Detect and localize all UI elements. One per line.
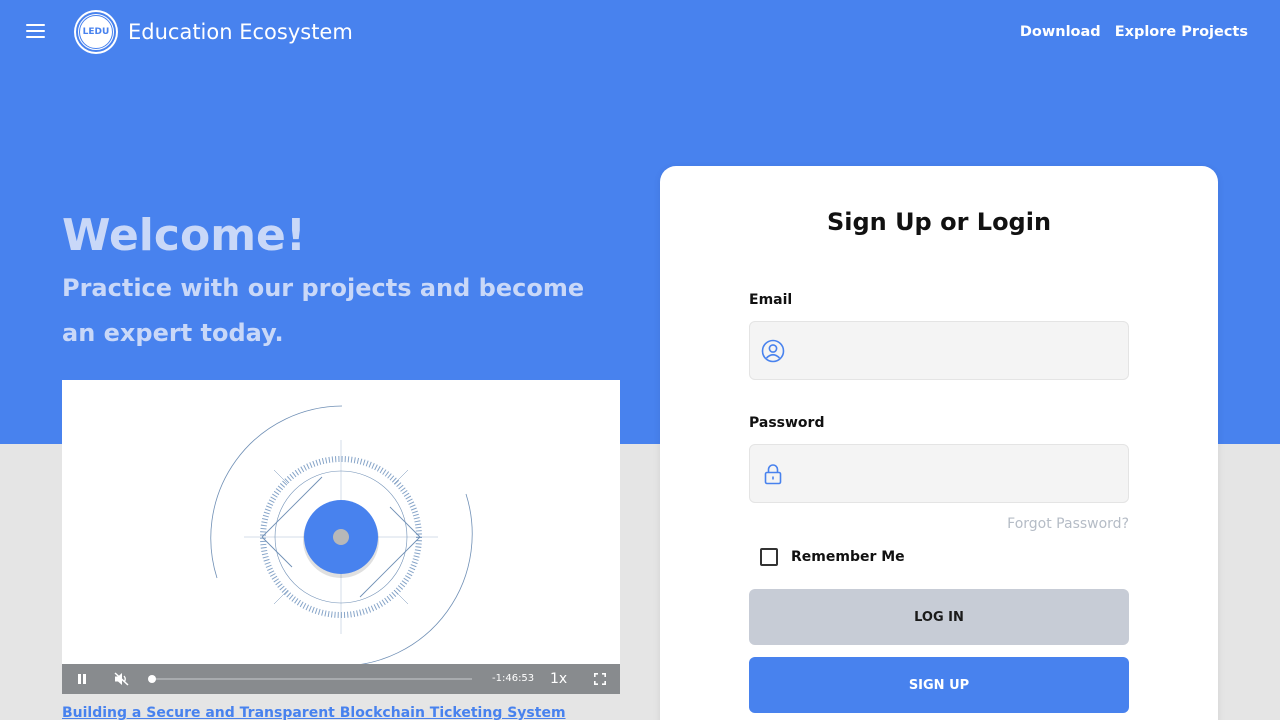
remember-me-toggle[interactable]: Remember Me bbox=[760, 548, 905, 566]
video-controls: -1:46:53 1x bbox=[62, 664, 620, 694]
playback-speed-button[interactable]: 1x bbox=[550, 664, 567, 694]
password-input[interactable] bbox=[794, 445, 1120, 502]
email-label: Email bbox=[749, 292, 793, 308]
email-input[interactable] bbox=[794, 322, 1120, 379]
remember-me-checkbox[interactable] bbox=[760, 548, 778, 566]
header-nav: Download Explore Projects bbox=[1020, 24, 1248, 40]
password-label: Password bbox=[749, 415, 825, 431]
nav-link-explore-projects[interactable]: Explore Projects bbox=[1115, 24, 1248, 40]
remember-me-label: Remember Me bbox=[791, 549, 905, 565]
signup-button[interactable]: SIGN UP bbox=[749, 657, 1129, 713]
ledu-logo[interactable]: LEDU bbox=[76, 12, 116, 52]
video-thumbnail-graphic bbox=[210, 405, 473, 664]
hero-subtitle: Practice with our projects and become an… bbox=[62, 274, 585, 347]
lock-icon bbox=[764, 464, 782, 485]
email-field-box[interactable] bbox=[749, 321, 1129, 380]
progress-handle[interactable] bbox=[148, 675, 156, 683]
hamburger-menu-icon[interactable] bbox=[26, 24, 46, 40]
fullscreen-icon[interactable] bbox=[590, 664, 610, 694]
video-title-link[interactable]: Building a Secure and Transparent Blockc… bbox=[62, 705, 566, 720]
logo-text: LEDU bbox=[79, 15, 113, 49]
brand-name[interactable]: Education Ecosystem bbox=[128, 20, 353, 44]
login-button[interactable]: LOG IN bbox=[749, 589, 1129, 645]
progress-track[interactable] bbox=[150, 678, 472, 680]
top-navigation-bar: LEDU Education Ecosystem Download Explor… bbox=[0, 0, 1280, 66]
time-remaining: -1:46:53 bbox=[492, 673, 535, 684]
login-card: Sign Up or Login Email Password Forgot P… bbox=[660, 166, 1218, 720]
pause-icon[interactable] bbox=[70, 664, 94, 694]
muted-speaker-icon[interactable] bbox=[110, 664, 134, 694]
user-circle-icon bbox=[761, 339, 785, 363]
video-player[interactable]: -1:46:53 1x bbox=[62, 380, 620, 694]
forgot-password-link[interactable]: Forgot Password? bbox=[1007, 516, 1129, 532]
hero-title: Welcome! bbox=[62, 210, 306, 261]
card-title: Sign Up or Login bbox=[826, 208, 1052, 236]
nav-link-download[interactable]: Download bbox=[1020, 24, 1101, 40]
password-field-box[interactable] bbox=[749, 444, 1129, 503]
